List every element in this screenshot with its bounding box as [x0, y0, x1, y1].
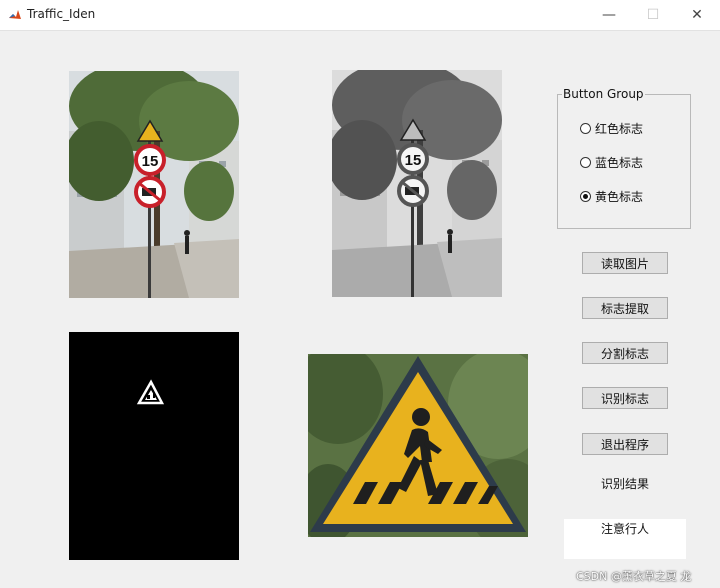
binary-mask-axes	[69, 332, 239, 560]
speed-limit-number-gray: 15	[405, 152, 422, 169]
title-bar: Traffic_Iden — ☐ ✕	[0, 0, 720, 30]
button-group-title: Button Group	[562, 87, 645, 101]
radio-label: 黄色标志	[595, 190, 644, 204]
matlab-icon	[8, 8, 22, 22]
radio-circle[interactable]	[580, 123, 591, 134]
radio-blue-sign[interactable]: 蓝色标志	[580, 154, 643, 171]
minimize-button[interactable]: —	[586, 0, 632, 30]
radio-red-sign[interactable]: 红色标志	[580, 120, 643, 137]
minimize-icon: —	[602, 7, 616, 23]
exit-program-button[interactable]: 退出程序	[582, 433, 668, 455]
grayscale-image-axes: 15	[332, 70, 502, 297]
result-display: 注意行人	[564, 519, 686, 559]
maximize-button[interactable]: ☐	[630, 0, 676, 30]
result-value: 注意行人	[600, 522, 649, 536]
original-image-axes: 15	[69, 71, 239, 298]
radio-circle-selected[interactable]	[580, 191, 591, 202]
radio-label: 蓝色标志	[595, 156, 644, 170]
radio-yellow-sign[interactable]: 黄色标志	[580, 188, 643, 205]
identify-sign-button[interactable]: 识别标志	[582, 387, 668, 409]
close-button[interactable]: ✕	[674, 0, 720, 30]
radio-label: 红色标志	[595, 122, 644, 136]
radio-circle[interactable]	[580, 157, 591, 168]
segment-sign-button[interactable]: 分割标志	[582, 342, 668, 364]
close-icon: ✕	[691, 7, 703, 23]
extracted-sign-axes	[308, 354, 528, 537]
read-image-button[interactable]: 读取图片	[582, 252, 668, 274]
speed-limit-number: 15	[142, 153, 159, 170]
button-group: Button Group 红色标志 蓝色标志 黄色标志	[557, 87, 691, 229]
window-title: Traffic_Iden	[27, 7, 96, 21]
extract-sign-button[interactable]: 标志提取	[582, 297, 668, 319]
watermark: CSDN @薰衣草之夏 龙	[576, 570, 692, 583]
result-label: 识别结果	[600, 477, 649, 491]
title-divider	[0, 30, 720, 31]
maximize-icon: ☐	[646, 7, 660, 23]
